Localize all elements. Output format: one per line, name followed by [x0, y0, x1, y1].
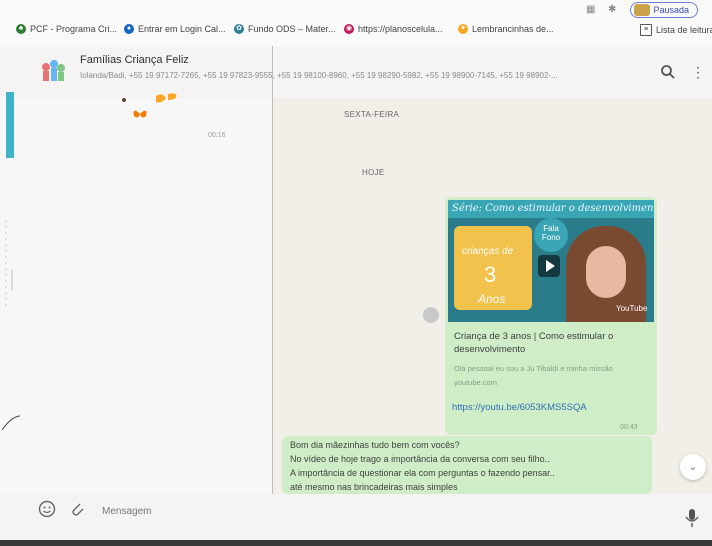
youtube-logo: YouTube — [616, 304, 648, 313]
leaf-icon: ✿ — [234, 24, 244, 34]
chat-header[interactable]: Famílias Criança Feliz Iolanda/Badi, +55… — [0, 46, 712, 99]
bookmark-pcf[interactable]: ♣ PCF - Programa Cri... — [16, 24, 117, 34]
reading-list-icon: ≡ — [640, 24, 652, 36]
message-time: 00:16 — [208, 132, 226, 139]
video-description: Olá pessoal eu sou a Ju Tibaldi e minha … — [454, 364, 613, 373]
bottom-border — [0, 540, 712, 546]
bookmark-planoscelula[interactable]: ◉ https://planoscelula... — [344, 24, 443, 34]
message-line: No vídeo de hoje trago a importância da … — [290, 454, 550, 464]
profile-status: Pausada — [653, 5, 689, 15]
fala-fono-badge: Fala Fono — [534, 218, 568, 252]
message-input[interactable] — [100, 498, 674, 524]
scan-marks — [2, 220, 20, 430]
extension-icon[interactable]: ▦ — [586, 4, 595, 15]
bookmark-lembrancinhas[interactable]: ✦ Lembrancinhas de... — [458, 24, 554, 34]
search-icon[interactable] — [660, 64, 676, 80]
attach-icon[interactable] — [68, 500, 86, 518]
forward-icon[interactable] — [423, 307, 439, 323]
mic-icon[interactable] — [684, 508, 700, 528]
video-title[interactable]: Criança de 3 anos | Como estimular o des… — [454, 330, 650, 356]
emoji-icon[interactable] — [38, 500, 56, 518]
bookmark-login[interactable]: ● Entrar em Login Cal... — [124, 24, 226, 34]
group-avatar-icon[interactable] — [38, 55, 68, 85]
profile-button[interactable]: Pausada — [630, 2, 698, 18]
video-card-text: crianças de — [462, 246, 514, 257]
chat-members: Iolanda/Badi, +55 19 97172-7265, +55 19 … — [80, 71, 558, 80]
pcf-icon: ♣ — [16, 24, 26, 34]
video-card-unit: Anos — [478, 292, 506, 306]
video-site: youtube.com — [454, 378, 497, 387]
globe-icon: ● — [124, 24, 134, 34]
extensions-puzzle-icon[interactable]: ✱ — [608, 4, 616, 15]
chat-title: Famílias Criança Feliz — [80, 54, 189, 66]
butterfly-sticker — [122, 93, 177, 118]
video-card-age: 3 — [484, 262, 497, 287]
date-label: SEXTA-FEIRA — [344, 110, 400, 119]
menu-icon[interactable]: ⋮ — [691, 64, 705, 80]
site-icon: ◉ — [344, 24, 354, 34]
bookmark-reading-list[interactable]: ≡ Lista de leitura — [640, 24, 712, 36]
message-line: A importância de questionar ela com perg… — [290, 468, 555, 478]
message-line: até mesmo nas brincadeiras mais simples — [290, 482, 458, 492]
message-line: Bom dia mãezinhas tudo bem com vocês? — [290, 440, 460, 450]
scroll-down-button[interactable]: ⌄ — [680, 454, 706, 480]
video-thumbnail[interactable]: Série: Como estimular o desenvolvimento … — [448, 200, 654, 322]
message-time: 00:43 — [620, 424, 638, 431]
presenter-face — [586, 246, 626, 298]
left-panel — [0, 98, 272, 494]
bookmark-fundo-ods[interactable]: ✿ Fundo ODS – Mater... — [234, 24, 336, 34]
video-link[interactable]: https://youtu.be/6053KMS5SQA — [452, 402, 587, 413]
date-label: HOJE — [362, 168, 385, 177]
video-banner: Série: Como estimular o desenvolvimento — [448, 200, 654, 218]
play-icon[interactable] — [538, 255, 560, 277]
sidebar-accent — [6, 92, 14, 158]
bookmarks-bar: ▦ ✱ Pausada ♣ PCF - Programa Cri... ● En… — [0, 0, 712, 47]
profile-avatar — [634, 4, 651, 16]
bulb-icon: ✦ — [458, 24, 468, 34]
text-message-bubble[interactable]: Bom dia mãezinhas tudo bem com vocês? No… — [282, 436, 652, 494]
